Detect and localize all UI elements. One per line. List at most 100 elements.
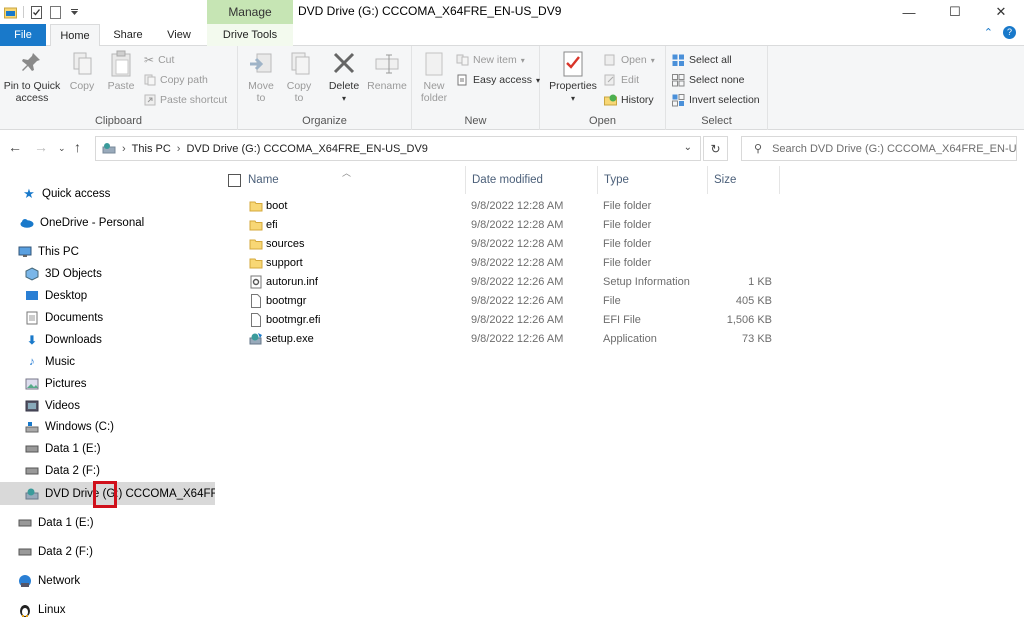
new-folder-qat-icon[interactable] bbox=[49, 5, 62, 19]
up-arrow-icon[interactable]: ↑ bbox=[74, 139, 81, 155]
select-all-checkbox[interactable] bbox=[228, 174, 241, 187]
file-row[interactable]: bootmgr.efi 9/8/2022 12:26 AM EFI File 1,50… bbox=[240, 311, 800, 330]
back-arrow-icon[interactable]: ← bbox=[8, 139, 22, 155]
clipboard-group: Pin to Quick access Copy Paste ✂ Cut Copy… bbox=[0, 46, 238, 130]
copy-label: Copy bbox=[69, 80, 95, 92]
cut-button[interactable]: ✂ Cut bbox=[144, 52, 174, 68]
nav-data1-e-root[interactable]: Data 1 (E:) bbox=[0, 512, 215, 534]
new-folder-button[interactable]: New folder bbox=[418, 50, 450, 104]
select-all-icon bbox=[672, 54, 684, 66]
nav-quick-access[interactable]: ★ Quick access bbox=[0, 183, 215, 205]
tab-view[interactable]: View bbox=[156, 24, 202, 46]
file-row[interactable]: boot 9/8/2022 12:28 AM File folder bbox=[240, 197, 800, 216]
videos-icon bbox=[25, 399, 39, 413]
nav-downloads[interactable]: ⬇ Downloads bbox=[0, 329, 215, 351]
tab-file[interactable]: File bbox=[0, 24, 46, 46]
help-icon[interactable]: ? bbox=[1003, 26, 1016, 39]
search-box[interactable]: ⚲ Search DVD Drive (G:) CCCOMA_X64FRE_EN… bbox=[741, 136, 1017, 161]
column-size[interactable]: Size bbox=[708, 166, 780, 194]
nav-data2-f-root[interactable]: Data 2 (F:) bbox=[0, 541, 215, 563]
address-bar[interactable]: › This PC › DVD Drive (G:) CCCOMA_X64FRE… bbox=[95, 136, 701, 161]
tab-share[interactable]: Share bbox=[106, 24, 150, 46]
easy-access-label: Easy access bbox=[473, 74, 532, 86]
maximize-button[interactable]: ☐ bbox=[932, 0, 978, 24]
address-dropdown-icon[interactable]: ⌄ bbox=[684, 142, 692, 153]
nav-music[interactable]: ♪ Music bbox=[0, 351, 215, 373]
computer-icon bbox=[18, 245, 32, 259]
select-none-label: Select none bbox=[689, 74, 745, 86]
file-type: File folder bbox=[603, 238, 652, 250]
refresh-icon: ↻ bbox=[710, 141, 721, 156]
select-all-label: Select all bbox=[689, 54, 732, 66]
copy-button[interactable]: Copy bbox=[66, 50, 98, 92]
nav-windows-c[interactable]: Windows (C:) bbox=[0, 416, 215, 438]
column-name[interactable]: Name bbox=[242, 166, 466, 194]
customize-qat-icon[interactable] bbox=[68, 6, 81, 19]
tab-drive-tools[interactable]: Drive Tools bbox=[207, 24, 293, 46]
copy-to-label-1: Copy bbox=[286, 80, 312, 92]
properties-button[interactable]: Properties ▾ bbox=[548, 50, 598, 105]
file-name: bootmgr.efi bbox=[266, 314, 321, 326]
nav-3d-objects[interactable]: 3D Objects bbox=[0, 263, 215, 285]
breadcrumb-dvd-drive[interactable]: DVD Drive (G:) CCCOMA_X64FRE_EN-US_DV9 bbox=[186, 143, 427, 155]
setup-app-icon bbox=[249, 332, 263, 346]
nav-documents[interactable]: Documents bbox=[0, 307, 215, 329]
cut-label: Cut bbox=[158, 54, 175, 66]
history-icon bbox=[604, 94, 617, 106]
file-size: 73 KB bbox=[742, 333, 772, 345]
column-type[interactable]: Type bbox=[598, 166, 708, 194]
nav-label: Windows (C:) bbox=[45, 421, 115, 433]
move-to-button[interactable]: Move to bbox=[244, 50, 278, 104]
nav-network[interactable]: Network bbox=[0, 570, 215, 592]
delete-button[interactable]: Delete ▾ bbox=[324, 50, 364, 105]
drive-icon bbox=[18, 545, 32, 559]
nav-linux[interactable]: Linux bbox=[0, 599, 215, 621]
minimize-button[interactable]: — bbox=[886, 0, 932, 24]
nav-pictures[interactable]: Pictures bbox=[0, 373, 215, 395]
file-row[interactable]: support 9/8/2022 12:28 AM File folder bbox=[240, 254, 800, 273]
nav-desktop[interactable]: Desktop bbox=[0, 285, 215, 307]
select-none-button[interactable]: Select none bbox=[672, 72, 744, 88]
file-name: support bbox=[266, 257, 303, 269]
copy-path-button[interactable]: Copy path bbox=[144, 72, 208, 88]
breadcrumb-this-pc[interactable]: This PC bbox=[132, 143, 171, 155]
easy-access-icon bbox=[457, 74, 467, 86]
history-button[interactable]: History bbox=[604, 92, 654, 108]
open-button[interactable]: Open ▾ bbox=[604, 52, 655, 68]
new-folder-label-1: New bbox=[423, 80, 445, 92]
file-row[interactable]: sources 9/8/2022 12:28 AM File folder bbox=[240, 235, 800, 254]
refresh-button[interactable]: ↻ bbox=[703, 136, 728, 161]
pin-to-quick-access-button[interactable]: Pin to Quick access bbox=[2, 50, 62, 104]
new-item-button[interactable]: New item ▾ bbox=[456, 52, 525, 68]
nav-data2-f[interactable]: Data 2 (F:) bbox=[0, 460, 215, 482]
forward-arrow-icon[interactable]: → bbox=[34, 139, 48, 155]
file-row[interactable]: setup.exe 9/8/2022 12:26 AM Application 73 … bbox=[240, 330, 800, 349]
manage-tab[interactable]: Manage bbox=[207, 0, 293, 24]
file-type: File bbox=[603, 295, 621, 307]
edit-button[interactable]: Edit bbox=[604, 72, 639, 88]
rename-button[interactable]: Rename bbox=[366, 50, 408, 92]
nav-videos[interactable]: Videos bbox=[0, 395, 215, 417]
paste-shortcut-label: Paste shortcut bbox=[160, 94, 228, 106]
column-date-modified[interactable]: Date modified bbox=[466, 166, 598, 194]
nav-data1-e[interactable]: Data 1 (E:) bbox=[0, 438, 215, 460]
file-row[interactable]: efi 9/8/2022 12:28 AM File folder bbox=[240, 216, 800, 235]
file-row[interactable]: bootmgr 9/8/2022 12:26 AM File 405 KB bbox=[240, 292, 800, 311]
properties-qat-icon[interactable] bbox=[30, 5, 43, 19]
file-row[interactable]: autorun.inf 9/8/2022 12:26 AM Setup Inform… bbox=[240, 273, 800, 292]
tab-home[interactable]: Home bbox=[50, 24, 100, 47]
paste-shortcut-button[interactable]: Paste shortcut bbox=[144, 92, 227, 108]
easy-access-button[interactable]: Easy access ▾ bbox=[456, 72, 540, 88]
paste-button[interactable]: Paste bbox=[104, 50, 138, 92]
nav-this-pc[interactable]: This PC bbox=[0, 241, 215, 263]
collapse-ribbon-icon[interactable]: ⌃ bbox=[984, 26, 993, 39]
nav-onedrive[interactable]: OneDrive - Personal bbox=[0, 212, 215, 234]
new-group: New folder New item ▾ Easy access ▾ New bbox=[412, 46, 540, 130]
copy-to-button[interactable]: Copy to bbox=[282, 50, 316, 104]
select-all-button[interactable]: Select all bbox=[672, 52, 732, 68]
file-name: sources bbox=[266, 238, 305, 250]
recent-locations-chevron-icon[interactable]: ⌄ bbox=[58, 143, 66, 154]
invert-selection-button[interactable]: Invert selection bbox=[672, 92, 760, 108]
close-button[interactable]: ✕ bbox=[978, 0, 1024, 24]
nav-label: Desktop bbox=[45, 290, 88, 302]
